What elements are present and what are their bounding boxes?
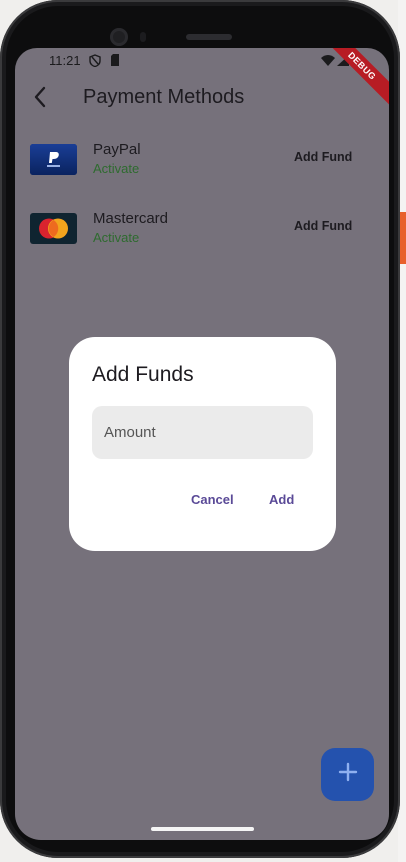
shield-icon bbox=[89, 54, 101, 70]
amount-input[interactable] bbox=[92, 406, 313, 459]
payment-method-row-paypal[interactable]: PayPal Activate Add Fund bbox=[15, 141, 389, 192]
earpiece-speaker bbox=[186, 34, 232, 40]
proximity-sensor bbox=[140, 32, 146, 42]
add-payment-method-fab[interactable] bbox=[321, 748, 374, 801]
payment-method-status[interactable]: Activate bbox=[93, 161, 139, 176]
cancel-button[interactable]: Cancel bbox=[191, 492, 234, 507]
arrow-back-icon bbox=[33, 86, 47, 113]
page-title: Payment Methods bbox=[83, 86, 245, 108]
status-bar: 11:21 DEBUG bbox=[15, 48, 389, 111]
paypal-logo bbox=[30, 144, 77, 175]
status-time: 11:21 bbox=[49, 53, 81, 68]
sim-card-icon bbox=[110, 54, 120, 69]
back-button[interactable] bbox=[25, 84, 55, 114]
payment-method-name: Mastercard bbox=[93, 210, 169, 227]
payment-method-status[interactable]: Activate bbox=[93, 230, 139, 245]
home-indicator[interactable] bbox=[151, 827, 254, 831]
wifi-icon bbox=[321, 54, 335, 69]
app-bar: Payment Methods bbox=[15, 74, 389, 124]
add-button[interactable]: Add bbox=[269, 492, 294, 507]
payment-method-name: PayPal bbox=[93, 141, 141, 158]
background-accent-strip bbox=[399, 212, 406, 264]
app-screen: 11:21 DEBUG Payment Methods PayPal Activ… bbox=[15, 48, 389, 840]
add-fund-button[interactable]: Add Fund bbox=[294, 150, 352, 164]
add-fund-button[interactable]: Add Fund bbox=[294, 219, 352, 233]
payment-method-row-mastercard[interactable]: Mastercard Activate Add Fund bbox=[15, 210, 389, 261]
phone-frame: 11:21 DEBUG Payment Methods PayPal Activ… bbox=[0, 0, 400, 858]
front-camera bbox=[110, 28, 128, 46]
dialog-title: Add Funds bbox=[92, 363, 194, 386]
add-funds-dialog: Add Funds Cancel Add bbox=[69, 337, 336, 551]
plus-icon bbox=[338, 762, 358, 787]
mastercard-logo bbox=[30, 213, 77, 244]
